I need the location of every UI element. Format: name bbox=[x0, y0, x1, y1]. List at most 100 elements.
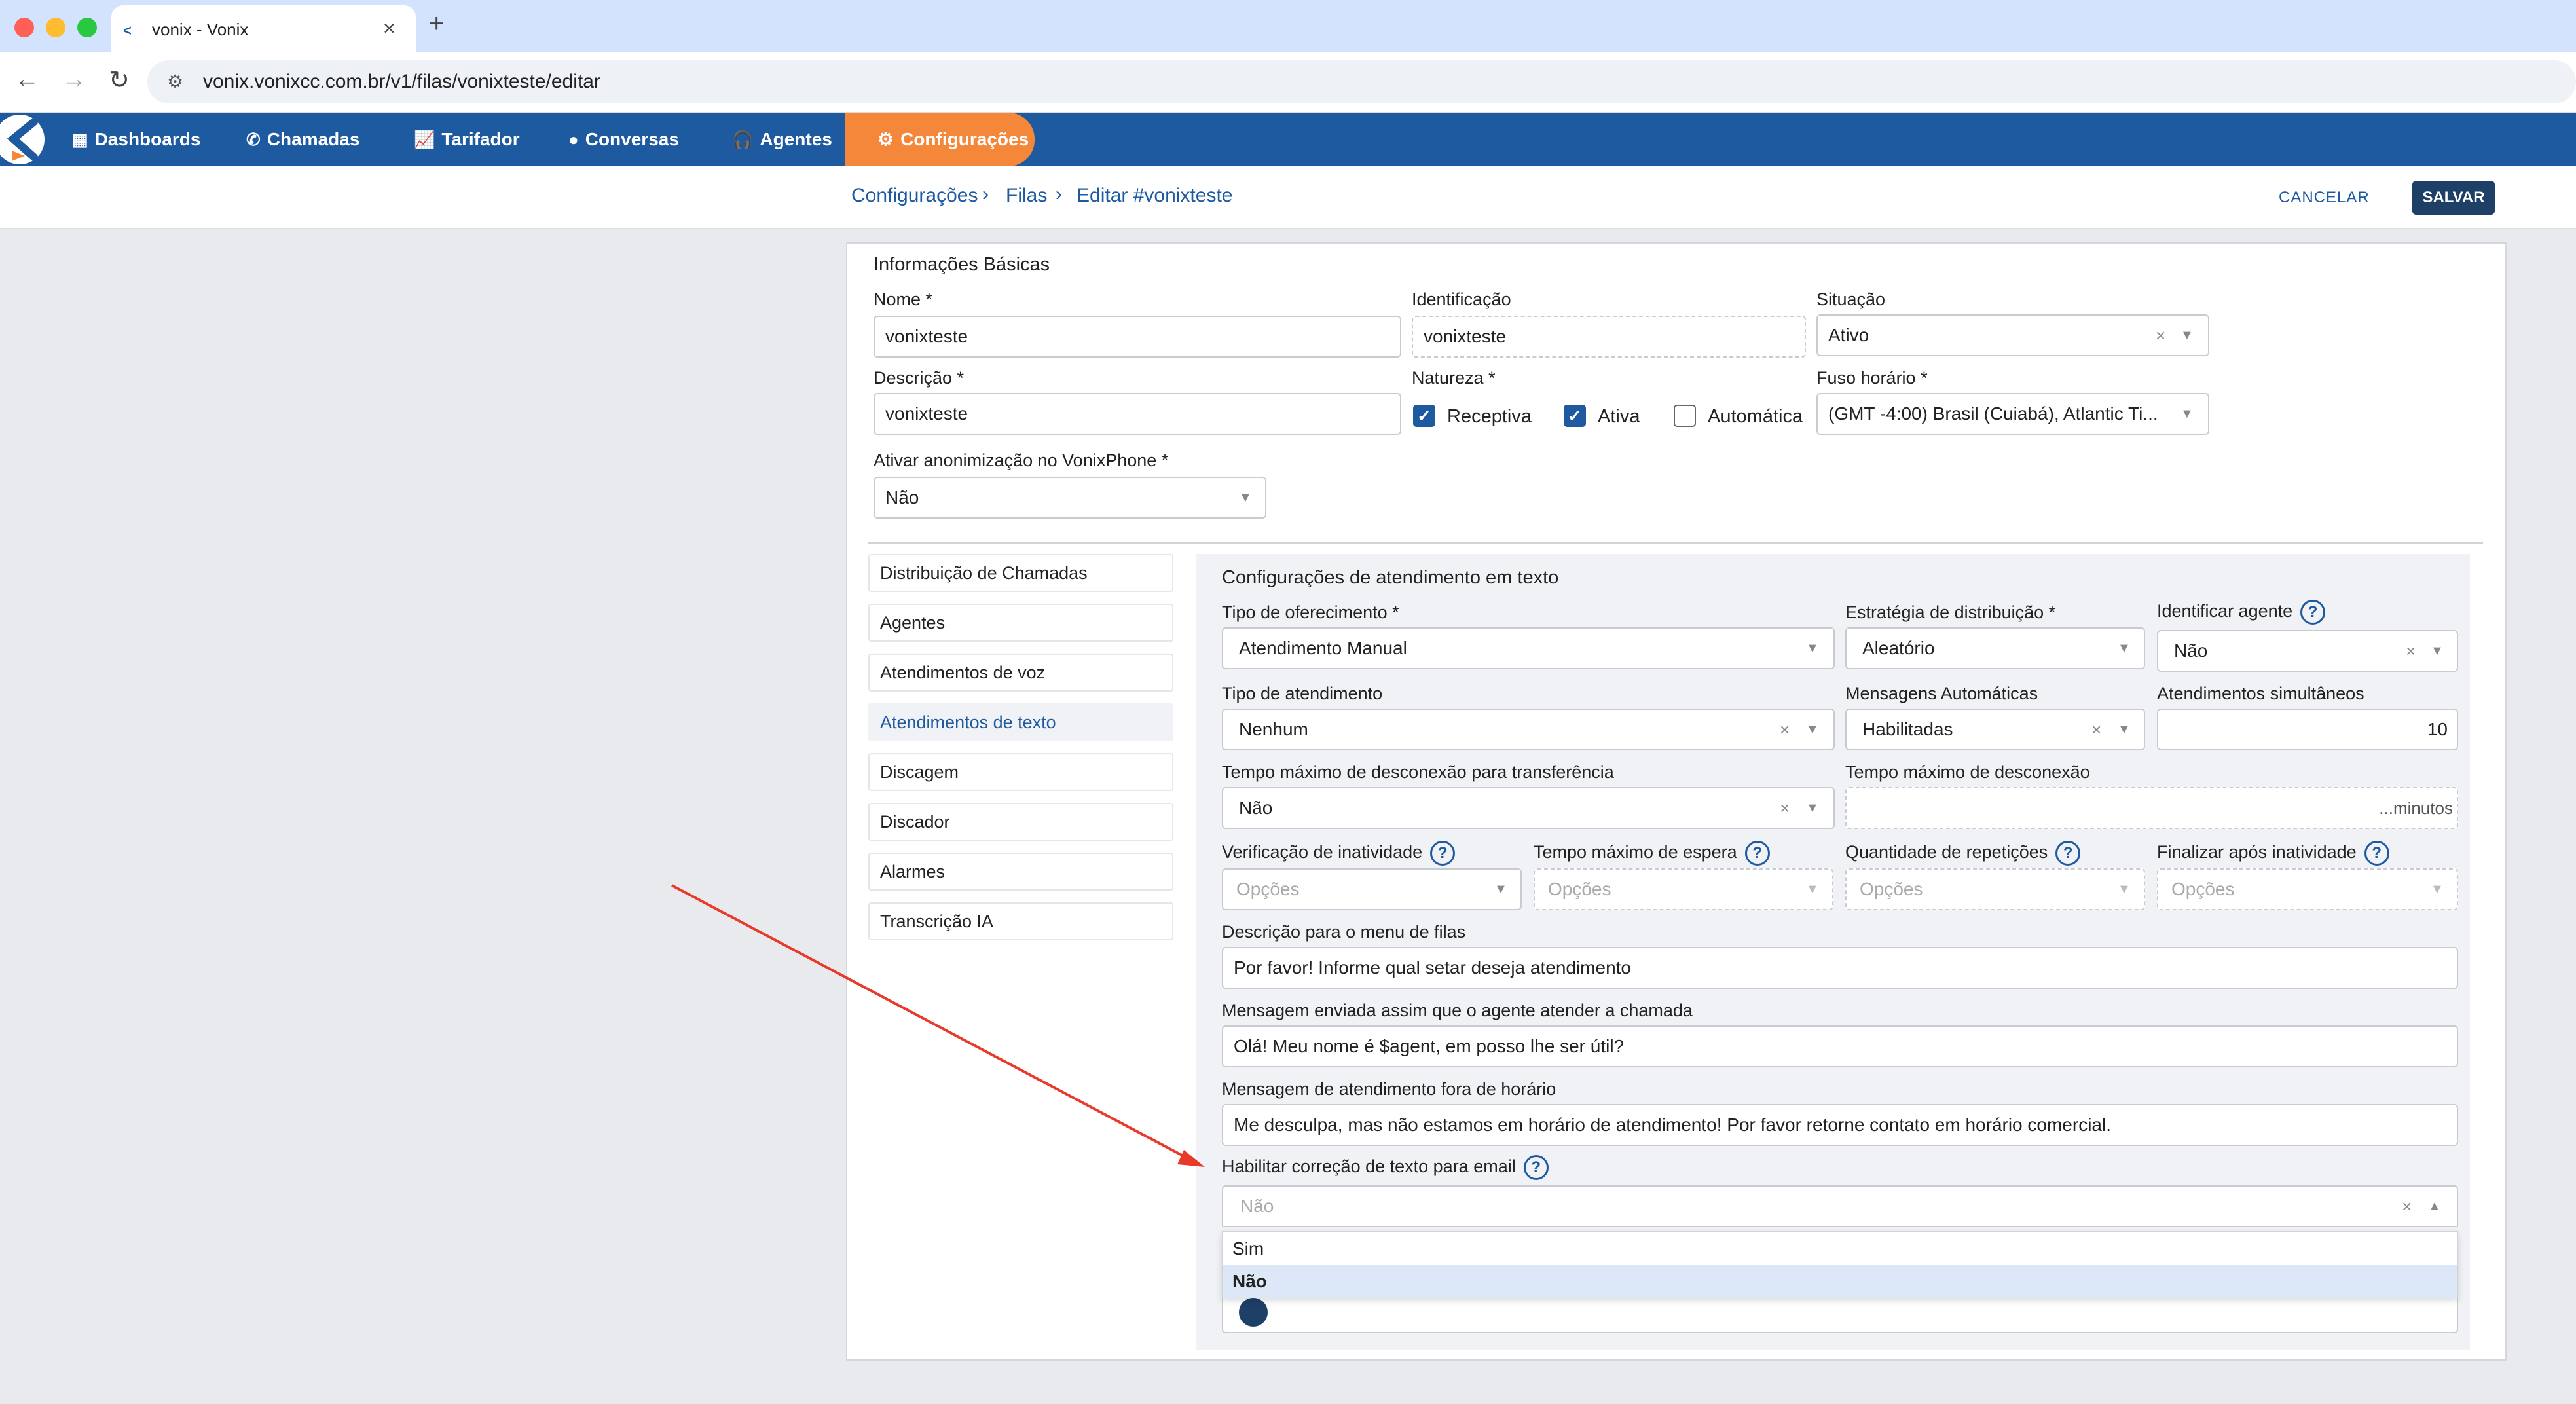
desc-input[interactable]: ...minutos bbox=[1845, 787, 2458, 829]
help-icon[interactable]: ? bbox=[1430, 841, 1456, 866]
url-field[interactable]: ⚙ vonix.vonixcc.com.br/v1/filas/vonixtes… bbox=[147, 60, 2576, 103]
breadcrumb-editar: Editar #vonixteste bbox=[1076, 185, 1233, 206]
caret-down-icon[interactable]: ▼ bbox=[1239, 478, 1252, 517]
save-button[interactable]: SALVAR bbox=[2412, 181, 2495, 215]
browser-tabstrip: < vonix - Vonix × + bbox=[0, 0, 2576, 52]
verif-select[interactable]: Opções ▼ bbox=[1222, 868, 1522, 910]
automatica-checkbox[interactable] bbox=[1674, 405, 1696, 427]
repeticoes-label: Quantidade de repetições? bbox=[1845, 841, 2081, 866]
fora-input[interactable]: Me desculpa, mas não estamos em horário … bbox=[1222, 1104, 2458, 1146]
maximize-window-button[interactable] bbox=[77, 18, 97, 37]
caret-down-icon[interactable]: ▼ bbox=[2180, 316, 2194, 355]
option-sim[interactable]: Sim bbox=[1223, 1232, 2457, 1265]
situacao-select[interactable]: Ativo × ▼ bbox=[1816, 314, 2209, 356]
estrategia-label: Estratégia de distribuição * bbox=[1845, 602, 2056, 622]
caret-down-icon[interactable]: ▼ bbox=[2118, 870, 2131, 909]
identificar-value: Não bbox=[2174, 640, 2208, 661]
minimize-window-button[interactable] bbox=[46, 18, 65, 37]
caret-down-icon[interactable]: ▼ bbox=[2118, 710, 2131, 749]
help-icon[interactable]: ? bbox=[1744, 841, 1770, 866]
correcao-dropdown-menu: Sim Não bbox=[1222, 1231, 2458, 1298]
simultaneos-input[interactable]: 10 bbox=[2157, 709, 2458, 750]
receptiva-checkbox[interactable]: ✓ bbox=[1413, 405, 1435, 427]
clear-icon[interactable]: × bbox=[2156, 316, 2165, 355]
nome-input[interactable]: vonixteste bbox=[874, 316, 1401, 358]
sidebar-item-agentes[interactable]: Agentes bbox=[868, 604, 1173, 642]
clear-icon[interactable]: × bbox=[2402, 1187, 2412, 1226]
vonix-logo[interactable] bbox=[0, 113, 52, 166]
mensagens-select[interactable]: Habilitadas × ▼ bbox=[1845, 709, 2145, 750]
ativa-checkbox[interactable]: ✓ bbox=[1564, 405, 1586, 427]
sidebar-item-alarmes[interactable]: Alarmes bbox=[868, 853, 1173, 891]
anon-value: Não bbox=[885, 487, 919, 508]
help-icon[interactable]: ? bbox=[2364, 841, 2389, 866]
sidebar-item-discador[interactable]: Discador bbox=[868, 803, 1173, 841]
correcao-value: Não bbox=[1240, 1196, 1274, 1216]
breadcrumb-configuracoes[interactable]: Configurações bbox=[851, 185, 978, 207]
help-icon[interactable]: ? bbox=[2300, 600, 2326, 625]
breadcrumb-filas[interactable]: Filas bbox=[1006, 185, 1047, 207]
desc-transf-select[interactable]: Não × ▼ bbox=[1222, 787, 1835, 829]
tipo-atendimento-label: Tipo de atendimento bbox=[1222, 684, 1383, 703]
menu-input[interactable]: Por favor! Informe qual setar deseja ate… bbox=[1222, 947, 2458, 989]
estrategia-select[interactable]: Aleatório ▼ bbox=[1845, 627, 2145, 669]
caret-down-icon[interactable]: ▼ bbox=[2431, 870, 2444, 909]
automatica-label: Automática bbox=[1708, 406, 1803, 427]
clear-icon[interactable]: × bbox=[2091, 710, 2101, 749]
close-window-button[interactable] bbox=[14, 18, 34, 37]
fuso-select[interactable]: (GMT -4:00) Brasil (Cuiabá), Atlantic Ti… bbox=[1816, 393, 2209, 435]
simultaneos-label: Atendimentos simultâneos bbox=[2157, 684, 2364, 703]
espera-select[interactable]: Opções ▼ bbox=[1534, 868, 1833, 910]
caret-down-icon[interactable]: ▼ bbox=[1494, 870, 1507, 909]
agente-msg-input[interactable]: Olá! Meu nome é $agent, em posso lhe ser… bbox=[1222, 1025, 2458, 1067]
caret-up-icon[interactable]: ▲ bbox=[2428, 1187, 2441, 1226]
caret-down-icon[interactable]: ▼ bbox=[1806, 788, 1819, 828]
clear-icon[interactable]: × bbox=[1780, 710, 1790, 749]
caret-down-icon[interactable]: ▼ bbox=[1806, 870, 1819, 909]
sidebar-item-discagem[interactable]: Discagem bbox=[868, 753, 1173, 791]
nav-conversas[interactable]: ● Conversas bbox=[568, 113, 679, 166]
caret-down-icon[interactable]: ▼ bbox=[1806, 629, 1819, 668]
nome-label: Nome * bbox=[874, 289, 933, 309]
clear-icon[interactable]: × bbox=[2406, 631, 2416, 671]
url-text: vonix.vonixcc.com.br/v1/filas/vonixteste… bbox=[203, 71, 600, 92]
repeticoes-select[interactable]: Opções ▼ bbox=[1845, 868, 2145, 910]
back-arrow-icon[interactable]: ← bbox=[14, 65, 39, 94]
help-icon[interactable]: ? bbox=[1523, 1155, 1549, 1180]
agente-msg-label: Mensagem enviada assim que o agente aten… bbox=[1222, 1001, 1693, 1020]
cancel-button[interactable]: CANCELAR bbox=[2279, 181, 2370, 215]
sidebar-item-distribuicao[interactable]: Distribuição de Chamadas bbox=[868, 554, 1173, 592]
identificar-select[interactable]: Não × ▼ bbox=[2157, 630, 2458, 672]
finalizar-select[interactable]: Opções ▼ bbox=[2157, 868, 2458, 910]
descricao-input[interactable]: vonixteste bbox=[874, 393, 1401, 435]
tipo-oferecimento-select[interactable]: Atendimento Manual ▼ bbox=[1222, 627, 1835, 669]
help-icon[interactable]: ? bbox=[2055, 841, 2081, 866]
identificacao-input[interactable]: vonixteste bbox=[1412, 316, 1806, 358]
close-tab-icon[interactable]: × bbox=[383, 16, 396, 41]
reload-icon[interactable]: ↻ bbox=[109, 65, 130, 95]
new-tab-icon[interactable]: + bbox=[429, 9, 444, 39]
browser-tab[interactable]: < vonix - Vonix × bbox=[111, 5, 416, 52]
nav-dashboards[interactable]: ▦ Dashboards bbox=[72, 113, 200, 166]
nav-tarifador[interactable]: 📈 Tarifador bbox=[414, 113, 520, 166]
receptiva-label: Receptiva bbox=[1447, 406, 1532, 427]
site-settings-icon[interactable]: ⚙ bbox=[167, 71, 183, 92]
caret-down-icon[interactable]: ▼ bbox=[1806, 710, 1819, 749]
caret-down-icon[interactable]: ▼ bbox=[2180, 394, 2194, 434]
option-nao[interactable]: Não bbox=[1223, 1265, 2457, 1298]
anon-select[interactable]: Não ▼ bbox=[874, 477, 1266, 519]
nav-chamadas[interactable]: ✆ Chamadas bbox=[246, 113, 359, 166]
nav-agentes[interactable]: 🎧 Agentes bbox=[732, 113, 832, 166]
sidebar-item-transcricao[interactable]: Transcrição IA bbox=[868, 902, 1173, 940]
correcao-select[interactable]: Não × ▲ bbox=[1222, 1185, 2458, 1227]
nav-configuracoes[interactable]: ⚙ Configurações bbox=[845, 113, 1035, 166]
clear-icon[interactable]: × bbox=[1780, 788, 1790, 828]
sidebar-item-texto[interactable]: Atendimentos de texto bbox=[868, 703, 1173, 741]
caret-down-icon[interactable]: ▼ bbox=[2118, 629, 2131, 668]
sidebar-item-voz[interactable]: Atendimentos de voz bbox=[868, 654, 1173, 692]
desc-transf-label: Tempo máximo de desconexão para transfer… bbox=[1222, 762, 1614, 782]
toggle-knob[interactable] bbox=[1239, 1298, 1268, 1327]
tipo-atendimento-select[interactable]: Nenhum × ▼ bbox=[1222, 709, 1835, 750]
caret-down-icon[interactable]: ▼ bbox=[2431, 631, 2444, 671]
forward-arrow-icon[interactable]: → bbox=[62, 65, 86, 94]
